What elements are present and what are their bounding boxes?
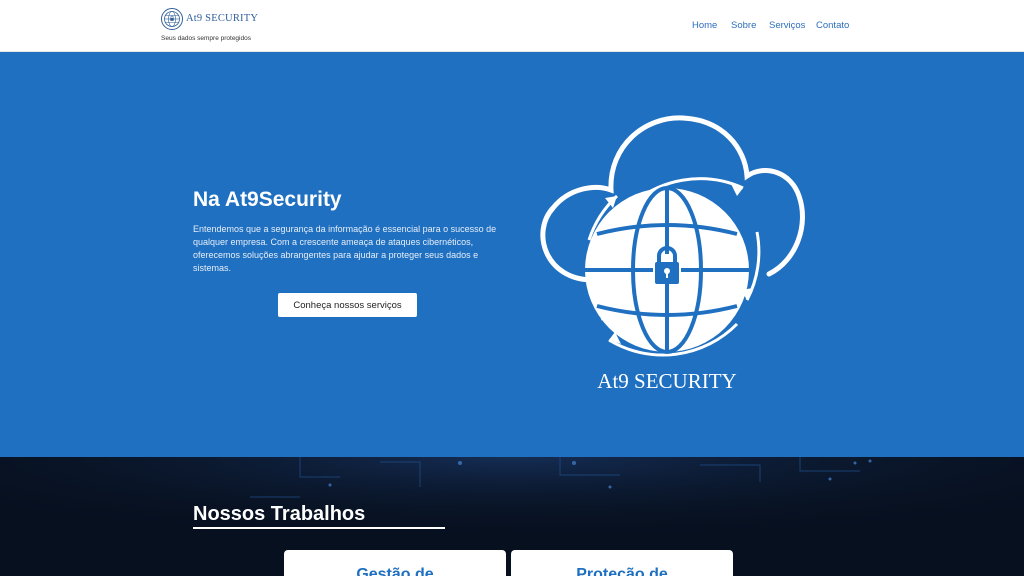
hero-text: Entendemos que a segurança da informação… [193,224,497,273]
page: At9 SECURITY Seus dados sempre protegido… [0,0,1024,576]
main-nav: Home Sobre Serviços Contato [0,20,1024,36]
nav-sobre[interactable]: Sobre [731,20,756,31]
nav-servicos[interactable]: Serviços [769,20,805,31]
brand-tagline: Seus dados sempre protegidos [161,35,251,42]
works-title: Nossos Trabalhos [193,503,366,525]
hero-section: Na At9Security Entendemos que a seguranç… [0,52,1024,457]
works-title-underline [193,527,445,529]
services-button[interactable]: Conheça nossos serviços [278,293,417,317]
works-section: Nossos Trabalhos Gestão de Proteção de [0,457,1024,576]
nav-home[interactable]: Home [692,20,717,31]
work-card-title: Gestão de [356,566,434,576]
work-card-1[interactable]: Gestão de [284,550,506,576]
work-card-2[interactable]: Proteção de [511,550,733,576]
hero-title: Na At9Security [193,188,342,211]
nav-contato[interactable]: Contato [816,20,849,31]
cloud-globe-lock-icon: At9 SECURITY [540,115,805,393]
work-card-title: Proteção de [576,566,668,576]
hero-logo-caption: At9 SECURITY [597,369,736,393]
site-header: At9 SECURITY Seus dados sempre protegido… [0,0,1024,52]
